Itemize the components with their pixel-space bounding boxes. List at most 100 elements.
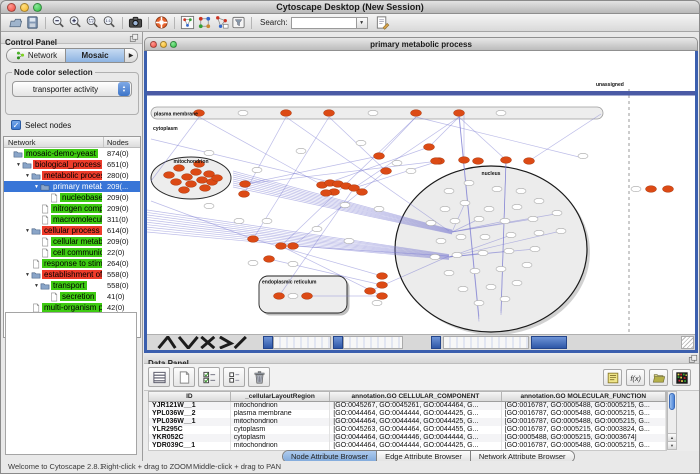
snapshot-button[interactable]: [127, 15, 144, 31]
selected-gene-node[interactable]: [264, 256, 275, 263]
tree-row-primary-metabolic[interactable]: ▼primary metabolic209(...: [4, 181, 140, 192]
selected-gene-node[interactable]: [377, 273, 388, 280]
selected-gene-node[interactable]: [212, 175, 223, 182]
resize-grip-icon[interactable]: [681, 336, 694, 349]
gene-node[interactable]: [430, 254, 440, 259]
selected-gene-node[interactable]: [324, 110, 335, 117]
tree-row-secretion[interactable]: secretion41(0): [4, 291, 140, 302]
attribute-table-button[interactable]: [148, 367, 170, 387]
node-color-attribute-select[interactable]: transporter activity ▲▼: [12, 81, 132, 97]
selected-gene-node[interactable]: [459, 157, 470, 164]
gene-node[interactable]: [458, 286, 468, 291]
disclosure-triangle-icon[interactable]: ▼: [24, 173, 31, 179]
gene-node[interactable]: [464, 180, 474, 185]
selected-gene-node[interactable]: [288, 243, 299, 250]
table-row[interactable]: YDR039C__1mitochondrion[GO:0044464, GO:0…: [149, 442, 666, 450]
gene-node[interactable]: [500, 218, 510, 223]
gene-node[interactable]: [470, 268, 480, 273]
background-window-fragment[interactable]: [431, 336, 441, 349]
open-file-button[interactable]: [7, 15, 24, 31]
save-button[interactable]: [24, 15, 41, 31]
tree-row-biological-process[interactable]: ▼biological_process651(0): [4, 159, 140, 170]
search-dropdown-arrow-icon[interactable]: ▼: [357, 17, 368, 29]
scroll-down-arrow-icon[interactable]: ▼: [668, 441, 676, 449]
table-row[interactable]: YJR121W__1mitochondrion[GO:0045267, GO:0…: [149, 402, 666, 410]
scrollbar-thumb[interactable]: [669, 393, 675, 410]
gene-node[interactable]: [372, 300, 382, 305]
tree-row-mosaic-demo-yeast[interactable]: mosaic-demo-yeast874(0): [4, 148, 140, 159]
selected-gene-node[interactable]: [411, 110, 422, 117]
gene-node[interactable]: [356, 140, 366, 145]
disclosure-triangle-icon[interactable]: ▼: [24, 272, 31, 278]
gene-node[interactable]: [578, 153, 588, 158]
selected-gene-node[interactable]: [473, 158, 484, 165]
tree-row-cellular-process[interactable]: ▼cellular process614(0): [4, 225, 140, 236]
selected-gene-node[interactable]: [646, 186, 657, 193]
network-overview-button[interactable]: [179, 15, 196, 31]
selected-gene-node[interactable]: [240, 181, 251, 188]
birdseye-view-panel[interactable]: [5, 312, 137, 455]
table-column-header[interactable]: ID: [149, 392, 231, 401]
selected-gene-node[interactable]: [174, 165, 185, 172]
selected-gene-node[interactable]: [431, 158, 442, 165]
gene-node[interactable]: [530, 246, 540, 251]
gene-node[interactable]: [460, 200, 470, 205]
gene-node[interactable]: [344, 238, 354, 243]
gene-node[interactable]: [496, 266, 506, 271]
gene-node[interactable]: [552, 210, 562, 215]
zoom-in-button[interactable]: [67, 15, 84, 31]
float-panel-button[interactable]: [688, 354, 698, 364]
gene-node[interactable]: [534, 230, 544, 235]
selected-gene-node[interactable]: [377, 293, 388, 300]
background-window-fragment[interactable]: [333, 336, 343, 349]
background-window-fragment[interactable]: [263, 336, 273, 349]
gene-node[interactable]: [474, 300, 484, 305]
tab-overflow-arrow-icon[interactable]: ▶: [124, 49, 137, 62]
gene-node[interactable]: [522, 262, 532, 267]
gene-node[interactable]: [480, 234, 490, 239]
gene-node[interactable]: [340, 202, 350, 207]
gene-node[interactable]: [534, 198, 544, 203]
function-builder-button[interactable]: f(x): [626, 369, 645, 386]
selected-gene-node[interactable]: [276, 243, 287, 250]
tree-row-cell-communicat[interactable]: cell communicat22(0): [4, 247, 140, 258]
selected-gene-node[interactable]: [179, 187, 190, 194]
table-column-header[interactable]: annotation.GO MOLECULAR_FUNCTION: [502, 392, 666, 401]
gene-node[interactable]: [312, 226, 322, 231]
gene-node[interactable]: [474, 216, 484, 221]
table-vertical-scrollbar[interactable]: ▲ ▼: [667, 391, 677, 450]
delete-attributes-button[interactable]: [248, 367, 270, 387]
gene-node[interactable]: [392, 160, 402, 165]
background-window-fragment[interactable]: [343, 336, 403, 349]
gene-node[interactable]: [506, 232, 516, 237]
vizmapper-button[interactable]: [196, 15, 213, 31]
selected-gene-node[interactable]: [200, 185, 211, 192]
tab-mosaic[interactable]: Mosaic: [65, 49, 124, 62]
gene-node[interactable]: [456, 234, 466, 239]
gene-node[interactable]: [631, 186, 641, 191]
gene-node[interactable]: [296, 148, 306, 153]
background-window-fragment[interactable]: [531, 336, 567, 349]
gene-node[interactable]: [528, 216, 538, 221]
network-canvas[interactable]: plasma membranecytoplasmmitochondrionnuc…: [147, 51, 695, 334]
gene-node[interactable]: [248, 260, 258, 265]
zoom-selected-button[interactable]: [84, 15, 101, 31]
network-graph[interactable]: plasma membranecytoplasmmitochondrionnuc…: [147, 51, 695, 334]
selected-gene-node[interactable]: [281, 110, 292, 117]
selected-gene-node[interactable]: [191, 169, 202, 176]
new-attribute-button[interactable]: [173, 367, 195, 387]
gene-node[interactable]: [444, 270, 454, 275]
import-attributes-button[interactable]: [649, 369, 668, 386]
selected-gene-node[interactable]: [171, 179, 182, 186]
gene-node[interactable]: [252, 167, 262, 172]
table-row[interactable]: YKR052Ccytoplasm[GO:0044464, GO:0044446,…: [149, 434, 666, 442]
selected-gene-node[interactable]: [374, 153, 385, 160]
gene-node[interactable]: [436, 238, 446, 243]
disclosure-triangle-icon[interactable]: ▼: [33, 283, 40, 289]
background-window-fragment[interactable]: [443, 336, 529, 349]
filter-button[interactable]: [230, 15, 247, 31]
selected-gene-node[interactable]: [321, 190, 332, 197]
table-row[interactable]: YPL036W__1mitochondrion[GO:0044464, GO:0…: [149, 418, 666, 426]
selected-gene-node[interactable]: [377, 282, 388, 289]
table-column-header[interactable]: annotation.GO CELLULAR_COMPONENT: [330, 392, 501, 401]
